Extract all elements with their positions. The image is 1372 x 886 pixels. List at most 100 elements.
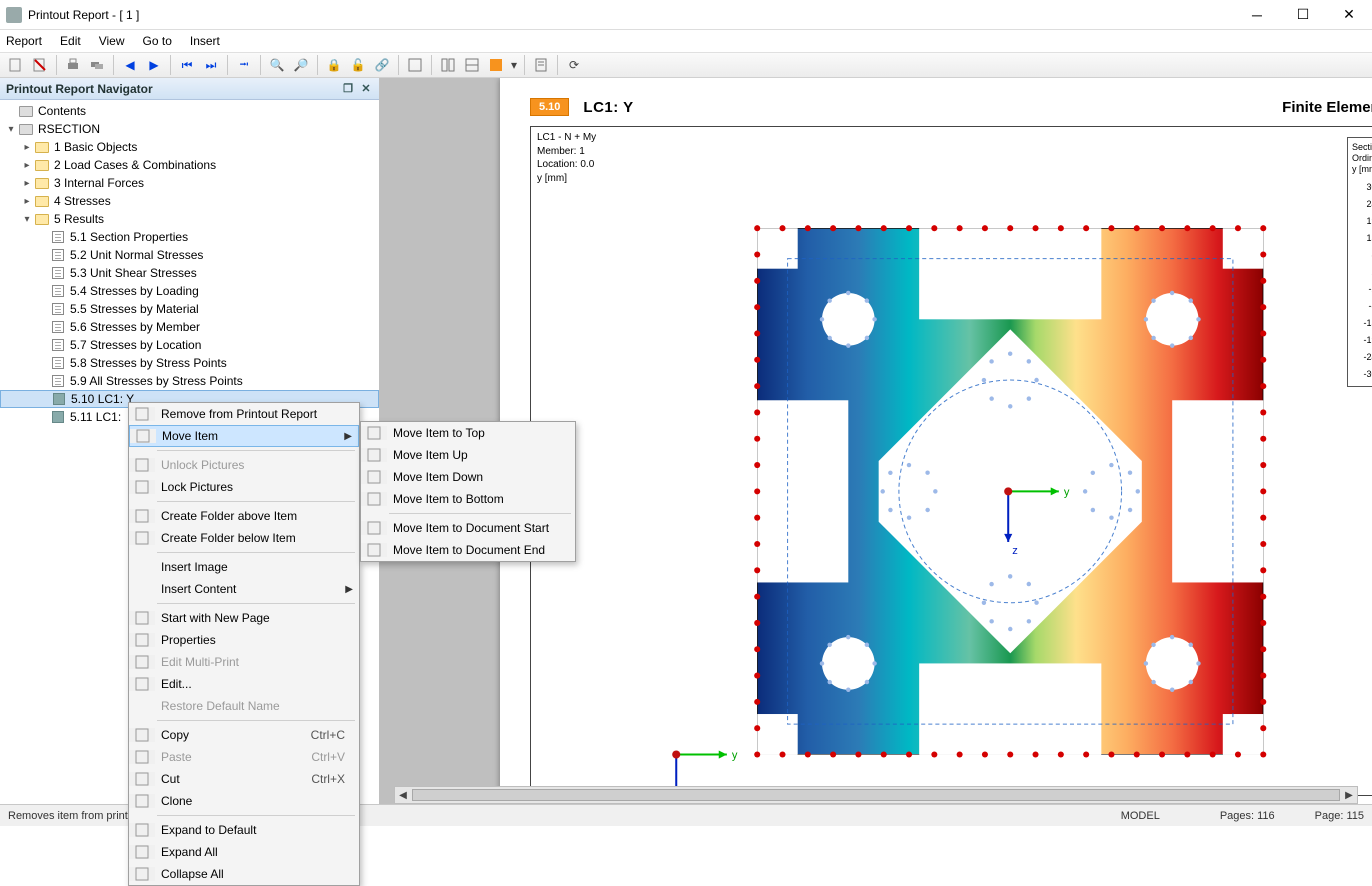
- style-dropdown-icon[interactable]: ▾: [509, 54, 519, 76]
- nav-next-icon[interactable]: ▶: [143, 54, 165, 76]
- tree-folder-1[interactable]: ▸2 Load Cases & Combinations: [0, 156, 379, 174]
- ctx-item-21[interactable]: Clone: [129, 790, 359, 812]
- maximize-button[interactable]: ☐: [1280, 0, 1326, 30]
- nav-last-icon[interactable]: ⏭: [200, 54, 222, 76]
- scroll-thumb[interactable]: [412, 789, 1340, 801]
- tree-item-5[interactable]: 5.6 Stresses by Member: [0, 318, 379, 336]
- navigator-title: Printout Report Navigator: [6, 82, 153, 96]
- ctx-sub-item-3[interactable]: Move Item to Bottom: [361, 488, 575, 510]
- ctx-sub-item-1[interactable]: Move Item Up: [361, 444, 575, 466]
- menu-edit[interactable]: Edit: [60, 34, 81, 48]
- ctx-item-10[interactable]: Insert Content▶: [129, 578, 359, 600]
- ctx-sub-item-0[interactable]: Move Item to Top: [361, 422, 575, 444]
- jump-icon[interactable]: ⭲: [233, 54, 255, 76]
- tree-project[interactable]: ▾RSECTION: [0, 120, 379, 138]
- panel-dock-icon[interactable]: ❐: [341, 82, 355, 95]
- tree-folder-3[interactable]: ▸4 Stresses: [0, 192, 379, 210]
- menu-insert[interactable]: Insert: [190, 34, 220, 48]
- legend-row: 8.2: [1350, 246, 1372, 263]
- lock-icon[interactable]: 🔒: [323, 54, 345, 76]
- tree-folder-0[interactable]: ▸1 Basic Objects: [0, 138, 379, 156]
- style-icon[interactable]: [461, 54, 483, 76]
- status-model: MODEL: [1121, 810, 1160, 822]
- ctx-item-13[interactable]: Properties: [129, 629, 359, 651]
- legend-row: 30.0: [1350, 178, 1372, 195]
- ctx-sub-item-5[interactable]: Move Item to Document End: [361, 539, 575, 561]
- ctx-item-24[interactable]: Expand All: [129, 841, 359, 863]
- context-menu[interactable]: Remove from Printout ReportMove Item▶ Unl…: [128, 402, 360, 886]
- section-number: 5.10: [530, 98, 569, 116]
- ctx-item-6[interactable]: Create Folder above Item: [129, 505, 359, 527]
- scroll-right-icon[interactable]: ▶: [1341, 787, 1357, 803]
- panel-close-icon[interactable]: ✕: [359, 82, 373, 95]
- legend-row: -30.0: [1350, 365, 1372, 382]
- ctx-item-18[interactable]: CopyCtrl+C: [129, 724, 359, 746]
- tree-item-6[interactable]: 5.7 Stresses by Location: [0, 336, 379, 354]
- tree-folder-2[interactable]: ▸3 Internal Forces: [0, 174, 379, 192]
- tree-item-7[interactable]: 5.8 Stresses by Stress Points: [0, 354, 379, 372]
- refresh-icon[interactable]: ⟳: [563, 54, 585, 76]
- notes-icon[interactable]: [530, 54, 552, 76]
- close-button[interactable]: ✕: [1326, 0, 1372, 30]
- link-icon[interactable]: 🔗: [371, 54, 393, 76]
- ctx-item-14: Edit Multi-Print: [129, 651, 359, 673]
- scroll-left-icon[interactable]: ◀: [395, 787, 411, 803]
- window-title: Printout Report - [ 1 ]: [28, 8, 1234, 22]
- legend-title: Section Properties | Ordinatesy [mm]: [1350, 140, 1372, 178]
- ctx-item-12[interactable]: Start with New Page: [129, 607, 359, 629]
- tree-item-3[interactable]: 5.4 Stresses by Loading: [0, 282, 379, 300]
- tree-item-0[interactable]: 5.1 Section Properties: [0, 228, 379, 246]
- legend-row: -19.1: [1350, 331, 1372, 348]
- horizontal-scrollbar[interactable]: ◀ ▶: [394, 786, 1358, 804]
- nav-prev-icon[interactable]: ◀: [119, 54, 141, 76]
- legend-row: 13.6: [1350, 229, 1372, 246]
- chart-box: LC1 - N + MyMember: 1Location: 0.0y [mm]…: [530, 126, 1372, 796]
- zoom-in-icon[interactable]: 🔍: [266, 54, 288, 76]
- layout-icon[interactable]: [437, 54, 459, 76]
- menu-report[interactable]: Report: [6, 34, 42, 48]
- ctx-item-0[interactable]: Remove from Printout Report: [129, 403, 359, 425]
- discard-icon[interactable]: [29, 54, 51, 76]
- zoom-out-icon[interactable]: 🔎: [290, 54, 312, 76]
- fe-plot: y z y z: [531, 127, 1372, 795]
- color-layout-icon[interactable]: [485, 54, 507, 76]
- ctx-item-7[interactable]: Create Folder below Item: [129, 527, 359, 549]
- tree-root[interactable]: Contents: [0, 102, 379, 120]
- unlock-icon[interactable]: 🔓: [347, 54, 369, 76]
- tree-item-8[interactable]: 5.9 All Stresses by Stress Points: [0, 372, 379, 390]
- tree-item-1[interactable]: 5.2 Unit Normal Stresses: [0, 246, 379, 264]
- ctx-sub-item-4[interactable]: Move Item to Document Start: [361, 517, 575, 539]
- ctx-sub-item-2[interactable]: Move Item Down: [361, 466, 575, 488]
- svg-text:z: z: [1012, 545, 1018, 557]
- print-icon[interactable]: [62, 54, 84, 76]
- tree-folder-4[interactable]: ▾5 Results: [0, 210, 379, 228]
- ctx-item-23[interactable]: Expand to Default: [129, 819, 359, 841]
- menu-goto[interactable]: Go to: [143, 34, 172, 48]
- tool-a-icon[interactable]: [404, 54, 426, 76]
- ctx-item-20[interactable]: CutCtrl+X: [129, 768, 359, 790]
- ctx-item-3: Unlock Pictures: [129, 454, 359, 476]
- ctx-item-1[interactable]: Move Item▶: [129, 425, 359, 447]
- status-page: Page: 115: [1315, 810, 1364, 822]
- status-pages: Pages: 116: [1220, 810, 1275, 822]
- tree-item-4[interactable]: 5.5 Stresses by Material: [0, 300, 379, 318]
- new-sheet-icon[interactable]: [5, 54, 27, 76]
- minimize-button[interactable]: ─: [1234, 0, 1280, 30]
- ctx-item-25[interactable]: Collapse All: [129, 863, 359, 885]
- ctx-item-15[interactable]: Edit...: [129, 673, 359, 695]
- tree-item-2[interactable]: 5.3 Unit Shear Stresses: [0, 264, 379, 282]
- chart-info: LC1 - N + MyMember: 1Location: 0.0y [mm]: [537, 131, 596, 185]
- ctx-item-9[interactable]: Insert Image: [129, 556, 359, 578]
- print-all-icon[interactable]: [86, 54, 108, 76]
- ctx-item-4[interactable]: Lock Pictures: [129, 476, 359, 498]
- ctx-item-16: Restore Default Name: [129, 695, 359, 717]
- nav-first-icon[interactable]: ⏮: [176, 54, 198, 76]
- legend-row: -13.6: [1350, 314, 1372, 331]
- legend-row: 2.7: [1350, 263, 1372, 280]
- status-hint: Removes item from printo: [8, 810, 134, 822]
- legend-row: 24.5: [1350, 195, 1372, 212]
- toolbar: ◀ ▶ ⏮ ⏭ ⭲ 🔍 🔎 🔒 🔓 🔗 ▾ ⟳: [0, 52, 1372, 78]
- context-submenu-move-item[interactable]: Move Item to TopMove Item UpMove Item Do…: [360, 421, 576, 562]
- legend-row: 19.1: [1350, 212, 1372, 229]
- menu-view[interactable]: View: [99, 34, 125, 48]
